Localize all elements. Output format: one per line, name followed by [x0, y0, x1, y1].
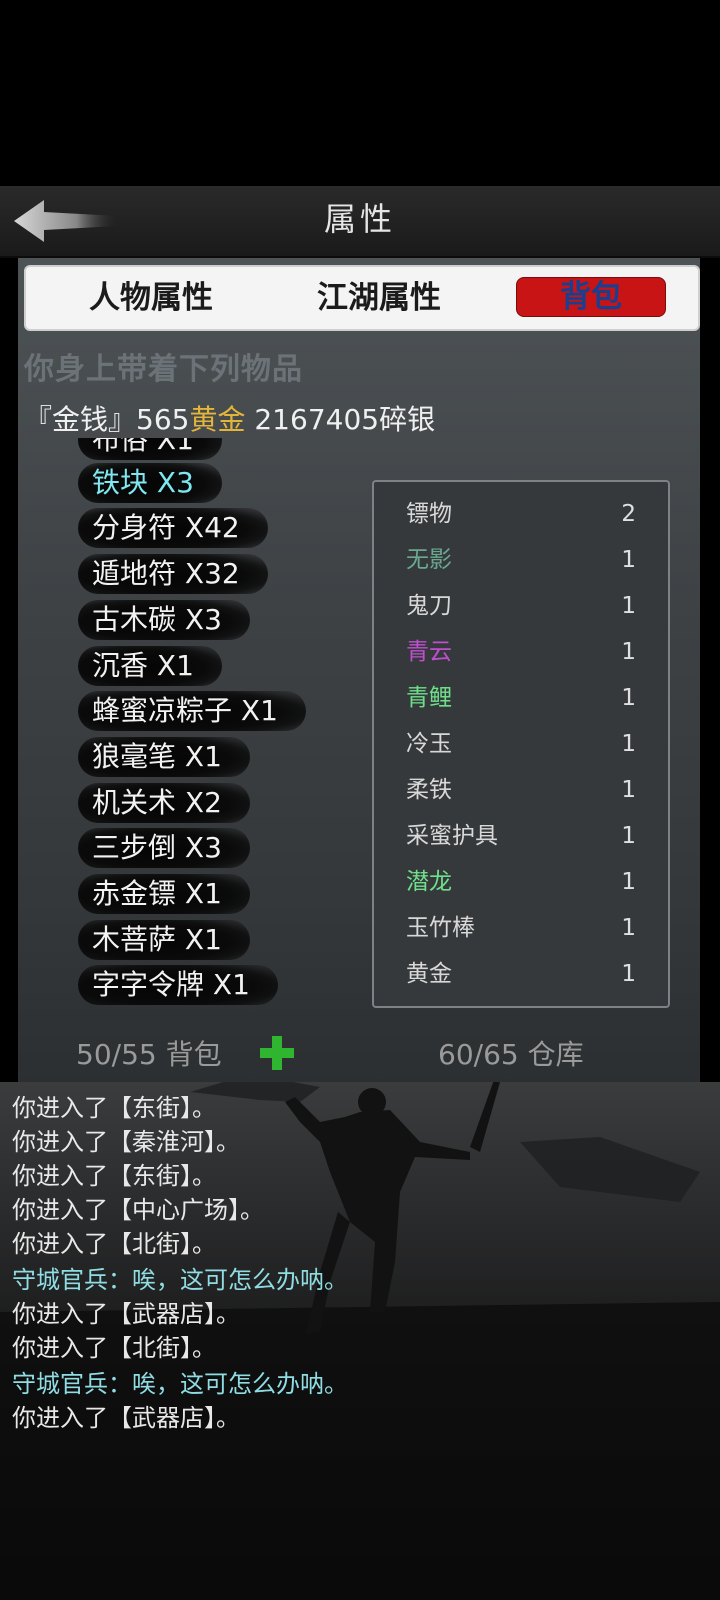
equipment-count: 1 — [621, 593, 636, 619]
item-list[interactable]: 布俗 X1 铁块 X3 分身符 X42 遁地符 X32 古木碳 X3 沉香 X1… — [70, 438, 370, 1018]
log-line: 你进入了【武器店】。 — [12, 1300, 240, 1328]
equipment-count: 1 — [621, 961, 636, 987]
equipment-name: 潜龙 — [406, 869, 452, 895]
money-prefix: 『金钱』565 — [24, 403, 190, 436]
equipment-count: 1 — [621, 639, 636, 665]
tab-character-attributes[interactable]: 人物属性 — [66, 279, 236, 317]
equipment-name: 冷玉 — [406, 731, 452, 757]
equipment-row[interactable]: 冷玉 1 — [406, 724, 636, 764]
equipment-count: 1 — [621, 777, 636, 803]
list-item[interactable]: 沉香 X1 — [78, 646, 222, 686]
equipment-row[interactable]: 鬼刀 1 — [406, 586, 636, 626]
list-item[interactable]: 三步倒 X3 — [78, 828, 250, 868]
equipment-row[interactable]: 采蜜护具 1 — [406, 816, 636, 856]
equipment-name: 镖物 — [406, 501, 452, 527]
message-log: 你进入了【东街】。 你进入了【秦淮河】。 你进入了【东街】。 你进入了【中心广场… — [0, 1082, 720, 1600]
storage-capacity[interactable]: 60/65 仓库 — [438, 1033, 584, 1073]
equipment-name: 无影 — [406, 547, 452, 573]
list-item[interactable]: 蜂蜜凉粽子 X1 — [78, 691, 306, 731]
app-root: 属性 人物属性 江湖属性 背包 你身上带着下列物品 『金钱』565黄金 2167… — [0, 0, 720, 1600]
title-bar: 属性 — [0, 186, 720, 258]
equipment-row[interactable]: 青云 1 — [406, 632, 636, 672]
equipment-row[interactable]: 黄金 1 — [406, 954, 636, 994]
log-line: 你进入了【秦淮河】。 — [12, 1128, 240, 1156]
equipment-count: 2 — [621, 501, 636, 527]
equipment-box: 镖物 2 无影 1 鬼刀 1 青云 1 青鲤 1 冷玉 1 柔铁 1 采蜜护具 — [372, 480, 670, 1008]
log-line: 你进入了【东街】。 — [12, 1162, 216, 1190]
list-item[interactable]: 布俗 X1 — [78, 438, 222, 460]
tab-backpack[interactable]: 背包 — [516, 277, 666, 317]
tab-bar: 人物属性 江湖属性 背包 — [24, 265, 700, 331]
equipment-row[interactable]: 无影 1 — [406, 540, 636, 580]
log-line: 你进入了【北街】。 — [12, 1230, 216, 1258]
equipment-row[interactable]: 潜龙 1 — [406, 862, 636, 902]
silver-amount: 2167405碎银 — [245, 403, 436, 436]
carry-heading: 你身上带着下列物品 — [24, 352, 303, 387]
log-line: 守城官兵：唉，这可怎么办呐。 — [12, 1266, 348, 1294]
log-line: 你进入了【北街】。 — [12, 1334, 216, 1362]
equipment-name: 玉竹棒 — [406, 915, 475, 941]
equipment-count: 1 — [621, 869, 636, 895]
equipment-row[interactable]: 柔铁 1 — [406, 770, 636, 810]
tab-jianghu-attributes[interactable]: 江湖属性 — [294, 279, 464, 317]
status-area — [0, 0, 720, 186]
equipment-name: 柔铁 — [406, 777, 452, 803]
log-line: 你进入了【中心广场】。 — [12, 1196, 264, 1224]
equipment-name: 鬼刀 — [406, 593, 452, 619]
list-item[interactable]: 分身符 X42 — [78, 508, 268, 548]
equipment-row[interactable]: 青鲤 1 — [406, 678, 636, 718]
equipment-row[interactable]: 玉竹棒 1 — [406, 908, 636, 948]
list-item[interactable]: 古木碳 X3 — [78, 600, 250, 640]
log-line: 你进入了【武器店】。 — [12, 1404, 240, 1432]
list-item[interactable]: 赤金镖 X1 — [78, 874, 250, 914]
log-line: 守城官兵：唉，这可怎么办呐。 — [12, 1370, 348, 1398]
back-arrow-icon — [14, 200, 118, 242]
gold-label: 黄金 — [189, 403, 246, 436]
equipment-count: 1 — [621, 685, 636, 711]
plus-icon — [260, 1036, 294, 1070]
log-line: 你进入了【东街】。 — [12, 1094, 216, 1122]
list-item[interactable]: 遁地符 X32 — [78, 554, 268, 594]
equipment-name: 青鲤 — [406, 685, 452, 711]
list-item[interactable]: 机关术 X2 — [78, 783, 250, 823]
equipment-row[interactable]: 镖物 2 — [406, 494, 636, 534]
equipment-name: 青云 — [406, 639, 452, 665]
list-item[interactable]: 字字令牌 X1 — [78, 965, 278, 1005]
list-item[interactable]: 狼毫笔 X1 — [78, 737, 250, 777]
list-item[interactable]: 木菩萨 X1 — [78, 920, 250, 960]
bag-capacity: 50/55 背包 — [76, 1038, 222, 1071]
equipment-count: 1 — [621, 731, 636, 757]
equipment-count: 1 — [621, 823, 636, 849]
equipment-count: 1 — [621, 915, 636, 941]
equipment-name: 采蜜护具 — [406, 823, 498, 849]
back-button[interactable] — [10, 196, 120, 246]
list-item-selected[interactable]: 铁块 X3 — [78, 463, 222, 503]
equipment-name: 黄金 — [406, 961, 452, 987]
equipment-count: 1 — [621, 547, 636, 573]
expand-bag-button[interactable] — [258, 1034, 296, 1072]
money-line: 『金钱』565黄金 2167405碎银 — [24, 398, 435, 438]
